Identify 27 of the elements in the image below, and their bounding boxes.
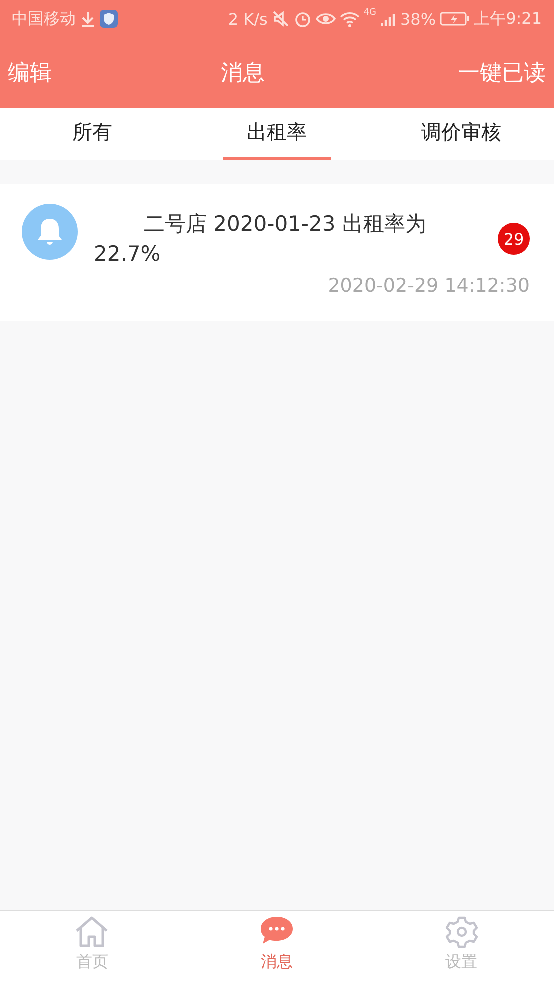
message-time: 2020-02-29 14:12:30 — [328, 275, 530, 297]
network-type: 4G — [364, 8, 376, 18]
battery-icon — [440, 10, 470, 28]
download-icon — [80, 10, 96, 28]
clock-text: 上午9:21 — [474, 8, 542, 30]
tab[interactable]: 所有 — [38, 108, 147, 160]
bell-icon — [22, 204, 78, 260]
tab[interactable]: 出租率 — [222, 108, 332, 160]
nav-item[interactable]: 首页 — [0, 911, 185, 986]
page-title: 消息 — [221, 60, 265, 88]
tab[interactable]: 调价审核 — [407, 108, 516, 160]
mute-icon — [272, 10, 290, 28]
unread-count-badge: 29 — [498, 223, 530, 255]
nav-item[interactable]: 消息 — [184, 911, 370, 986]
edit-button[interactable]: 编辑 — [8, 58, 52, 88]
network-speed: 2 K/s — [228, 10, 268, 28]
mark-all-read-button[interactable]: 一键已读 — [458, 58, 546, 88]
shield-icon — [100, 10, 118, 28]
settings-icon — [444, 915, 480, 949]
home-icon — [74, 915, 110, 949]
wifi-icon — [340, 10, 360, 28]
battery-percent: 38% — [400, 10, 436, 28]
carrier-text: 中国移动 — [12, 8, 76, 30]
message-card[interactable]: 二号店 2020-01-23 出租率为 22.7% 29 2020-02-29 14:12:30 — [0, 184, 554, 321]
nav-item[interactable]: 设置 — [369, 911, 554, 986]
alarm-icon — [294, 10, 312, 28]
message-text: 二号店 2020-01-23 出租率为 22.7% — [94, 211, 428, 268]
